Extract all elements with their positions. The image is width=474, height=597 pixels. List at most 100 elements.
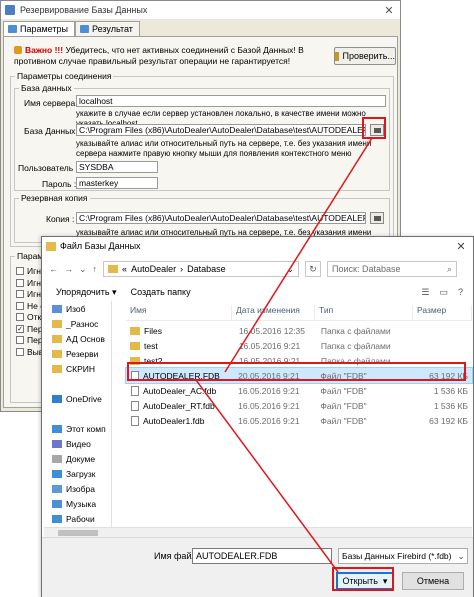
cancel-button[interactable]: Отмена (402, 572, 464, 590)
column-date[interactable]: Дата изменения (232, 305, 315, 320)
option-checkbox[interactable] (16, 267, 24, 275)
split-arrow-icon[interactable]: ▾ (383, 576, 388, 587)
organize-button[interactable]: Упорядочить ▾ (56, 287, 117, 298)
forward-arrow-icon[interactable]: → (64, 264, 73, 274)
check-button[interactable]: Проверить... (334, 47, 396, 65)
server-input[interactable]: localhost (76, 95, 386, 107)
option-checkbox[interactable] (16, 278, 24, 287)
column-type[interactable]: Тип (315, 305, 413, 320)
option-checkbox[interactable] (16, 347, 24, 356)
nav-item-icon (52, 364, 62, 373)
view-options-icon[interactable]: ☰ (421, 287, 429, 298)
user-input[interactable]: SYSDBA (76, 161, 158, 173)
database-input[interactable]: C:\Program Files (x86)\AutoDealer\AutoDe… (76, 124, 366, 136)
horizontal-scrollbar[interactable] (44, 527, 472, 537)
file-row[interactable]: Files 16.05.2016 12:35 Папка с файлами (126, 323, 472, 338)
file-row-selected[interactable]: AUTODEALER.FDB 20.05.2016 9:21 Файл "FDB" 6… (125, 367, 473, 384)
column-headers: Имя Дата изменения Тип Размер (126, 305, 472, 321)
close-icon[interactable]: ✕ (449, 240, 473, 253)
nav-item[interactable]: Докуме (42, 451, 111, 466)
copy-input[interactable]: C:\Program Files (x86)\AutoDealer\AutoDe… (76, 212, 366, 224)
file-row[interactable]: AutoDealer_RT.fdb 16.05.2016 9:21 Файл "FD… (126, 398, 472, 413)
folder-icon (46, 241, 56, 251)
up-arrow-icon[interactable]: ↑ (93, 264, 98, 274)
folder-icon (130, 341, 140, 350)
preview-pane-icon[interactable]: ▭ (439, 287, 448, 298)
nav-item-icon (52, 424, 62, 433)
help-icon[interactable]: ? (458, 287, 463, 298)
search-placeholder: Поиск: Database (332, 264, 401, 274)
dialog-toolbar: Упорядочить ▾ Создать папку ☰ ▭ ? (42, 283, 473, 301)
file-date: 16.05.2016 9:21 (238, 340, 301, 351)
nav-item[interactable]: Загрузк (42, 466, 111, 481)
nav-item[interactable]: Рабочи (42, 511, 111, 526)
new-folder-button[interactable]: Создать папку (131, 287, 191, 297)
nav-item[interactable]: Музыка (42, 496, 111, 511)
file-row[interactable]: AutoDealer1.fdb 16.05.2016 9:21 Файл "FDB"… (126, 413, 472, 428)
file-date: 16.05.2016 9:21 (238, 400, 300, 411)
file-icon (131, 400, 139, 411)
nav-item[interactable]: СКРИН (42, 361, 111, 376)
filetype-select[interactable]: Базы Данных Firebird (*.fdb) ⌄ (338, 548, 468, 564)
file-size: 63 192 КБ (429, 370, 468, 381)
filename-input[interactable]: AUTODEALER.FDB (192, 548, 332, 564)
file-name: Files (144, 325, 162, 336)
scrollbar-thumb[interactable] (58, 530, 98, 536)
navigation-bar: ← → ⌄ ↑ « AutoDealer › Database ⌄ ↻ Поис… (42, 259, 473, 279)
app-icon (5, 5, 15, 15)
file-type: Папка с файлами (320, 355, 391, 366)
database-group-title: База данных (21, 83, 72, 93)
nav-item-label: Рабочи (66, 513, 95, 524)
option-checkbox[interactable] (16, 313, 24, 321)
copy-browse-button[interactable] (370, 212, 384, 224)
file-row[interactable]: AutoDealer_AC.fdb 16.05.2016 9:21 Файл "FD… (126, 383, 472, 398)
database-browse-button[interactable] (370, 124, 384, 136)
tab-parameters[interactable]: Параметры (3, 21, 75, 36)
breadcrumb-autodealer[interactable]: AutoDealer (131, 264, 176, 274)
file-row[interactable]: test2 16.05.2016 9:21 Папка с файлами (126, 353, 472, 368)
option-checkbox[interactable] (16, 336, 24, 344)
nav-item[interactable]: Этот комп (42, 421, 111, 436)
recent-dropdown-icon[interactable]: ⌄ (79, 264, 87, 275)
nav-item[interactable]: Резерви (42, 346, 111, 361)
back-arrow-icon[interactable]: ← (49, 264, 58, 274)
nav-item[interactable]: _Разнос (42, 316, 111, 331)
nav-item-icon (52, 410, 62, 418)
nav-item-icon (52, 394, 62, 403)
nav-item-label: СКРИН (66, 363, 96, 374)
dialog-title: Файл Базы Данных (60, 241, 141, 251)
option-checkbox[interactable] (16, 301, 24, 310)
tab-result[interactable]: Результат (74, 21, 140, 36)
option-checkbox[interactable] (16, 290, 24, 298)
nav-item-label: АД Основ (66, 333, 105, 344)
breadcrumb-database[interactable]: Database (187, 264, 226, 274)
close-icon[interactable]: ✕ (378, 4, 400, 17)
tab-label: Параметры (20, 24, 68, 34)
nav-item[interactable]: АД Основ (42, 331, 111, 346)
search-input[interactable]: Поиск: Database ⌕ (327, 261, 458, 277)
password-input[interactable]: masterkey (76, 177, 158, 189)
option-checkbox[interactable]: ✓ (16, 324, 24, 333)
breadcrumb-separator-icon: « (122, 264, 128, 274)
database-label: База Данных : (24, 126, 81, 136)
file-size: 63 192 КБ (429, 415, 468, 426)
address-bar[interactable]: « AutoDealer › Database ⌄ (103, 261, 300, 277)
chevron-down-icon[interactable]: ⌄ (287, 264, 299, 275)
column-name[interactable]: Имя (126, 305, 232, 320)
nav-item-icon (52, 304, 62, 313)
option-checkbox-row[interactable]: Выв (16, 347, 43, 357)
nav-item[interactable]: Видео (42, 436, 111, 451)
nav-item[interactable]: Изоб (42, 301, 111, 316)
nav-item[interactable]: OneDrive (42, 391, 111, 406)
file-row[interactable]: test 16.05.2016 9:21 Папка с файлами (126, 338, 472, 353)
nav-item-icon (52, 334, 62, 343)
file-type: Папка с файлами (320, 340, 391, 351)
refresh-icon[interactable]: ↻ (305, 261, 322, 277)
open-button[interactable]: Открыть ▾ (336, 572, 394, 590)
file-date: 16.05.2016 9:21 (238, 415, 300, 426)
file-type: Файл "FDB" (320, 415, 367, 426)
column-size[interactable]: Размер (413, 305, 472, 320)
nav-item[interactable]: Изобра (42, 481, 111, 496)
file-date: 16.05.2016 9:21 (238, 385, 300, 396)
file-name: test (144, 340, 158, 351)
